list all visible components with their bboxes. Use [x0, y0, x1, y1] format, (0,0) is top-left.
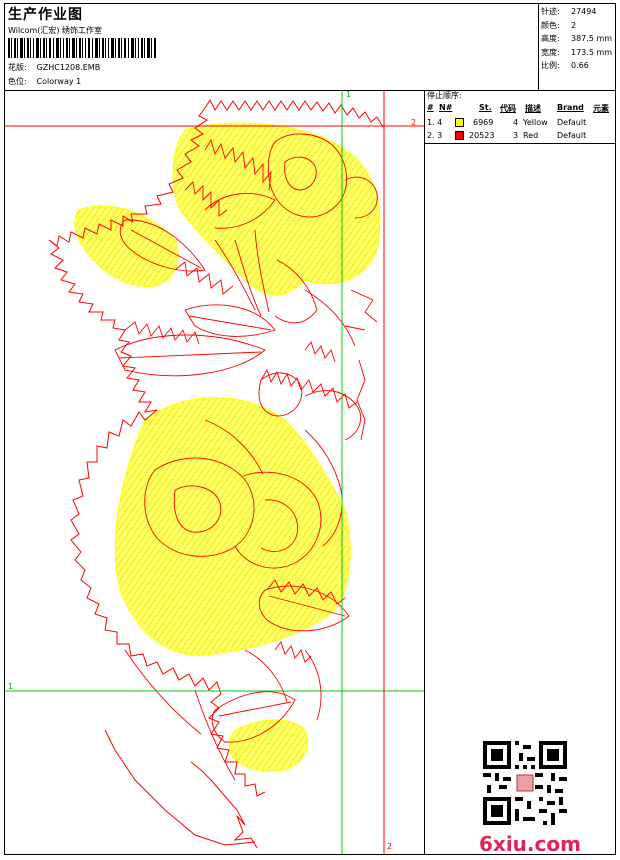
guide-label-h1-left: 1	[8, 682, 14, 691]
color-description: Yellow	[523, 118, 548, 127]
colorway-label: 色位:	[8, 77, 27, 86]
embroidery-design-area: 1 2 1 2	[5, 90, 425, 854]
design-stats: 针迹: 27494 颜色: 2 高度: 387.5 mm 宽度: 173.5 mm 比例…	[541, 5, 612, 73]
qr-code	[483, 741, 567, 825]
colorway-value: Colorway 1	[36, 77, 82, 86]
thread-brand: Default	[557, 131, 587, 140]
thread-brand: Default	[557, 118, 587, 127]
col-code: 代码	[500, 104, 516, 113]
row-number: 1. 4	[427, 118, 443, 127]
yellow-fill-areas	[74, 122, 381, 772]
color-description: Red	[523, 131, 539, 140]
row-number: 2. 3	[427, 131, 443, 140]
stat-colors: 颜色: 2	[541, 20, 577, 30]
guide-label-v1-top: 1	[346, 90, 352, 99]
header-info: 生产作业图 Wilcom(汇宏) 绣饰工作室 花版: GZHC1208.EMB …	[5, 4, 539, 90]
thread-code: 6969	[473, 118, 494, 127]
color-row-1: 1. 4 6969 4 Yellow Default	[425, 118, 615, 131]
guide-label-h2-right: 2	[411, 118, 417, 127]
stop-sequence-title: 停止顺序:	[427, 91, 462, 100]
color-swatch-red	[455, 131, 464, 140]
col-description: 描述	[525, 104, 541, 113]
design-filename: GZHC1208.EMB	[36, 63, 101, 72]
thread-code: 20523	[469, 131, 495, 140]
col-stops: St.	[479, 103, 492, 112]
header: 生产作业图 Wilcom(汇宏) 绣饰工作室 花版: GZHC1208.EMB …	[5, 4, 615, 91]
panel-divider	[425, 143, 615, 144]
barcode	[8, 38, 156, 58]
design-name-row: 花版: GZHC1208.EMB	[8, 62, 100, 73]
watermark-text: 6xiu.com	[479, 832, 581, 856]
guide-label-v2-bottom: 2	[387, 842, 393, 851]
col-index: #	[427, 103, 434, 112]
colorway-row: 色位: Colorway 1	[8, 76, 81, 87]
col-brand: Brand	[557, 103, 584, 112]
page-title: 生产作业图	[8, 7, 83, 23]
production-worksheet: 生产作业图 Wilcom(汇宏) 绣饰工作室 花版: GZHC1208.EMB …	[4, 3, 616, 856]
col-element: 元素	[593, 104, 609, 113]
stop-count: 4	[513, 118, 519, 127]
stat-scale: 比例: 0.66	[541, 61, 589, 70]
col-needle: N#	[439, 103, 453, 112]
stop-count: 3	[513, 131, 519, 140]
color-swatch-yellow	[455, 118, 464, 127]
embroidery-design	[5, 90, 424, 854]
color-sequence-panel: 停止顺序: # N# St. 代码 描述 Brand 元素 1. 4 6969 …	[425, 90, 615, 856]
stat-width: 宽度: 173.5 mm	[541, 47, 613, 57]
stat-stitches: 针迹: 27494	[541, 7, 597, 16]
stat-height: 高度: 387.5 mm	[541, 34, 613, 43]
company-name: Wilcom(汇宏) 绣饰工作室	[8, 26, 103, 35]
design-label: 花版:	[8, 63, 27, 72]
